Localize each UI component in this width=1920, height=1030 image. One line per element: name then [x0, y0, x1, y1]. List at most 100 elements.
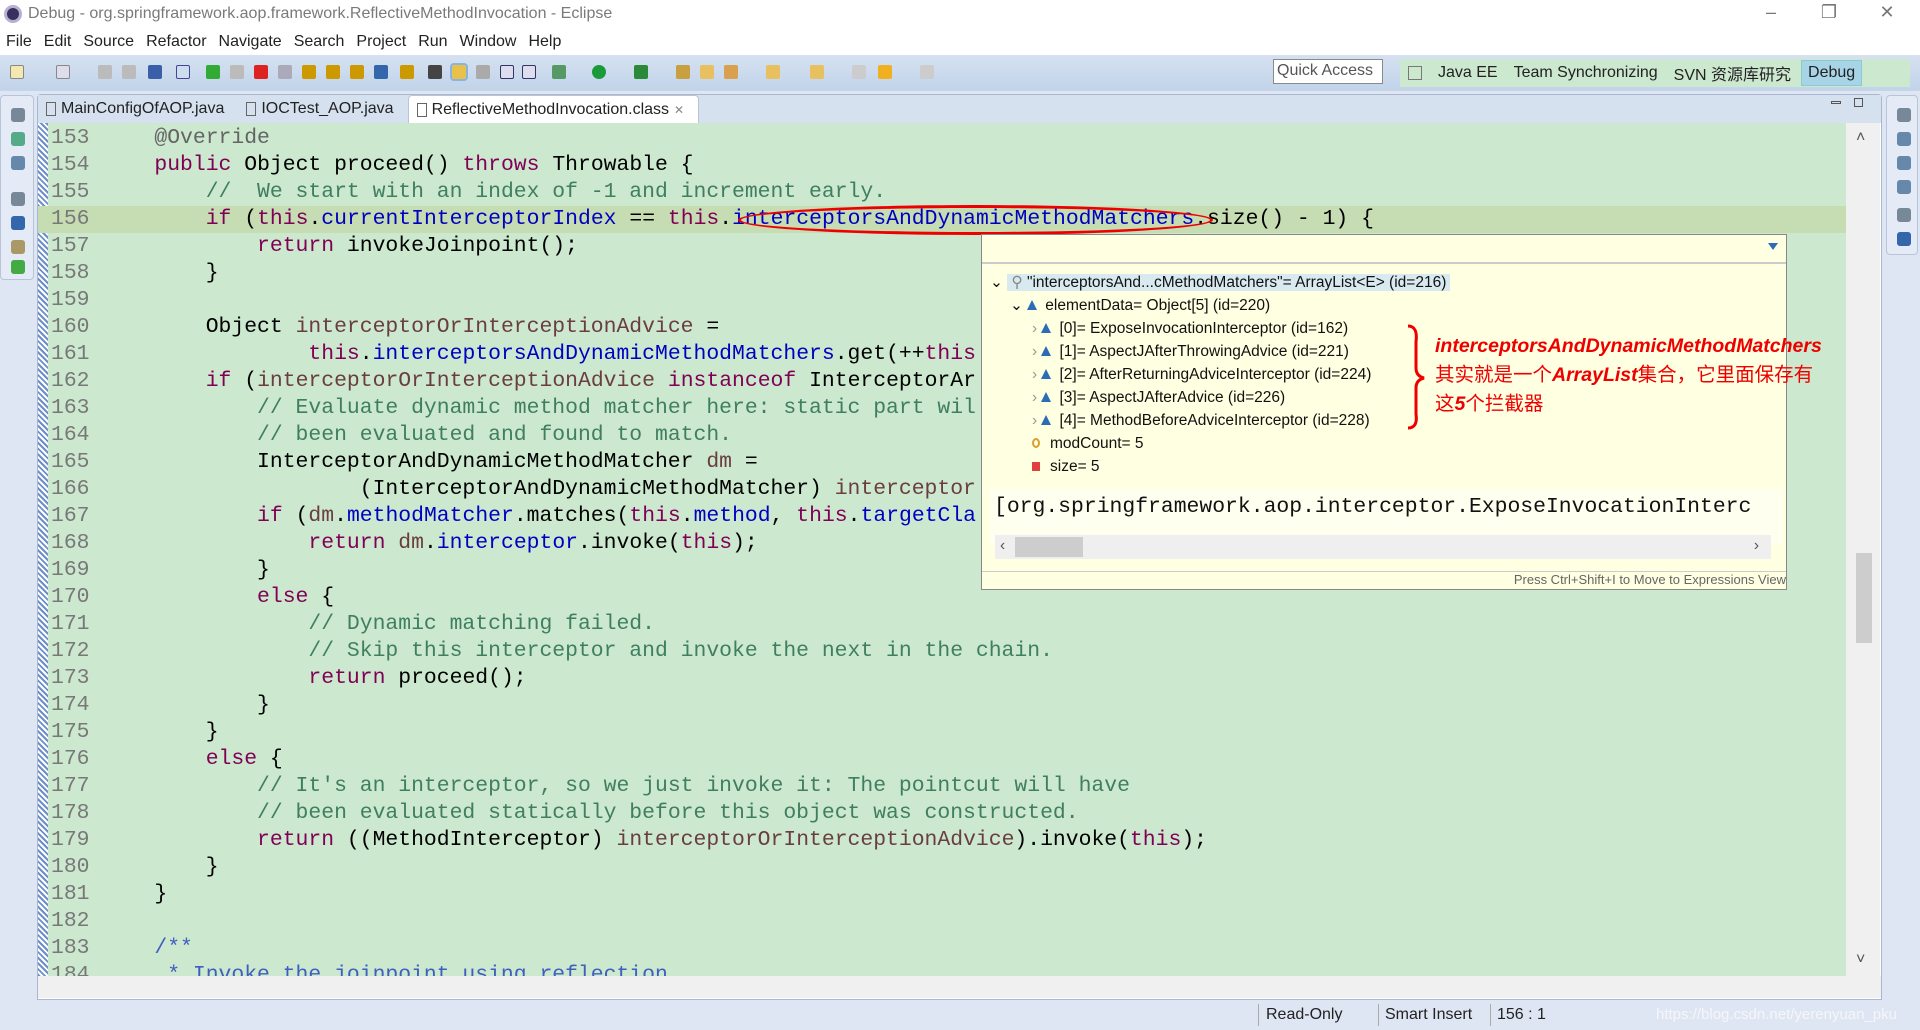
scrollbar-thumb[interactable] — [1856, 553, 1872, 643]
vertical-scrollbar[interactable]: ˄ ˅ — [1846, 123, 1880, 976]
use-step-filters-icon[interactable] — [400, 65, 414, 79]
menu-project[interactable]: Project — [350, 33, 412, 51]
tree-item[interactable]: › [1]= AspectJAfterThrowingAdvice (id=22… — [1032, 341, 1349, 363]
code-line[interactable]: 179 return ((MethodInterceptor) intercep… — [38, 827, 1846, 854]
tree-size[interactable]: size= 5 — [1032, 456, 1100, 478]
restore-icon[interactable] — [11, 108, 25, 122]
grid-icon[interactable] — [11, 260, 25, 274]
forward-icon[interactable] — [920, 65, 934, 79]
close-button[interactable]: ✕ — [1864, 2, 1910, 26]
new-java-project-icon[interactable] — [676, 65, 690, 79]
tree-item[interactable]: › [0]= ExposeInvocationInterceptor (id=1… — [1032, 318, 1348, 340]
menu-file[interactable]: File — [0, 33, 38, 51]
back-icon[interactable] — [852, 65, 866, 79]
code-line[interactable]: 155 // We start with an index of -1 and … — [38, 179, 1846, 206]
tree-item[interactable]: › [3]= AspectJAfterAdvice (id=226) — [1032, 387, 1285, 409]
view-menu-icon[interactable] — [1768, 243, 1778, 250]
code-line[interactable]: 181 } — [38, 881, 1846, 908]
new-icon[interactable] — [10, 65, 24, 79]
backward-icon[interactable] — [878, 65, 892, 79]
minimize-view-icon[interactable] — [1831, 101, 1841, 104]
step-into-icon[interactable] — [302, 65, 316, 79]
minimize-button[interactable]: – — [1748, 2, 1794, 26]
code-line[interactable]: 180 } — [38, 854, 1846, 881]
step-over-icon[interactable] — [326, 65, 340, 79]
console-icon[interactable] — [148, 65, 162, 79]
mark-occurrences-icon[interactable] — [450, 63, 468, 81]
maximize-view-icon[interactable] — [1854, 98, 1863, 107]
code-line[interactable]: 178 // been evaluated statically before … — [38, 800, 1846, 827]
collapse-chevron-icon[interactable]: ⌄ — [1010, 297, 1027, 314]
console-view-icon[interactable] — [11, 216, 25, 230]
drop-to-frame-icon[interactable] — [374, 65, 388, 79]
expressions-icon[interactable] — [1897, 180, 1911, 194]
next-annotation-icon[interactable] — [766, 65, 780, 79]
code-line[interactable]: 153 @Override — [38, 125, 1846, 152]
expand-chevron-icon[interactable]: › — [1032, 320, 1041, 337]
run-external-tools-icon[interactable] — [634, 65, 648, 79]
perspective-team-sync[interactable]: Team Synchronizing — [1514, 64, 1658, 82]
disconnect-icon[interactable] — [278, 65, 292, 79]
tab-mainconfigofaop[interactable]: MainConfigOfAOP.java — [38, 95, 238, 123]
open-folder-icon[interactable] — [700, 65, 714, 79]
tree-item[interactable]: › [4]= MethodBeforeAdviceInterceptor (id… — [1032, 410, 1370, 432]
menu-edit[interactable]: Edit — [38, 33, 78, 51]
run-icon[interactable] — [592, 65, 606, 79]
detail-horizontal-scrollbar[interactable]: ‹ › — [995, 535, 1771, 559]
open-type-icon[interactable] — [428, 65, 442, 79]
restore-icon[interactable] — [1897, 108, 1911, 122]
terminate-icon[interactable] — [254, 65, 268, 79]
menu-navigate[interactable]: Navigate — [213, 33, 288, 51]
pilcrow-icon[interactable] — [522, 65, 536, 79]
tree-modcount[interactable]: modCount= 5 — [1032, 433, 1144, 455]
tree-root[interactable]: ⌄ ⚲ "interceptorsAnd...cMethodMatchers"=… — [990, 272, 1451, 294]
debug-view-icon[interactable] — [11, 132, 25, 146]
code-line[interactable]: 176 else { — [38, 746, 1846, 773]
suspend-icon[interactable] — [230, 65, 244, 79]
expand-chevron-icon[interactable]: › — [1032, 389, 1041, 406]
pen-icon[interactable] — [724, 65, 738, 79]
restore-icon[interactable] — [1897, 208, 1911, 222]
save-all-icon[interactable] — [122, 65, 136, 79]
code-line[interactable]: 183 /** — [38, 935, 1846, 962]
skip-breakpoints-icon[interactable] — [176, 65, 190, 79]
restore-button[interactable]: ❐ — [1806, 2, 1852, 26]
menu-help[interactable]: Help — [522, 33, 567, 51]
restore-icon[interactable] — [11, 192, 25, 206]
menu-source[interactable]: Source — [77, 33, 140, 51]
servers-icon[interactable] — [11, 156, 25, 170]
save-icon[interactable] — [98, 65, 112, 79]
tab-ioctest-aop[interactable]: IOCTest_AOP.java — [238, 95, 407, 123]
tasks-icon[interactable] — [11, 240, 25, 254]
menu-run[interactable]: Run — [412, 33, 453, 51]
horizontal-scrollbar[interactable] — [38, 976, 1881, 998]
block-selection-icon[interactable] — [476, 65, 490, 79]
perspective-debug[interactable]: Debug — [1801, 60, 1863, 86]
breakpoints-icon[interactable] — [1897, 156, 1911, 170]
scrollbar-thumb[interactable] — [1015, 537, 1083, 557]
step-return-icon[interactable] — [350, 65, 364, 79]
perspective-svn[interactable]: SVN 资源库研究 — [1674, 61, 1791, 85]
menu-refactor[interactable]: Refactor — [140, 33, 212, 51]
scroll-down-icon[interactable]: ˅ — [1856, 951, 1865, 969]
expand-chevron-icon[interactable]: › — [1032, 343, 1041, 360]
menu-search[interactable]: Search — [288, 33, 351, 51]
code-line[interactable]: 182 — [38, 908, 1846, 935]
collapse-chevron-icon[interactable]: ⌄ — [990, 274, 1003, 291]
expand-chevron-icon[interactable]: › — [1032, 412, 1041, 429]
code-line[interactable]: 154 public Object proceed() throws Throw… — [38, 152, 1846, 179]
scroll-right-icon[interactable]: › — [1754, 537, 1759, 555]
resume-icon[interactable] — [206, 65, 220, 79]
perspective-java-ee[interactable]: Java EE — [1438, 64, 1498, 82]
close-tab-icon[interactable]: ✕ — [674, 103, 684, 123]
previous-annotation-icon[interactable] — [810, 65, 824, 79]
code-line[interactable]: 173 return proceed(); — [38, 665, 1846, 692]
tree-item[interactable]: › [2]= AfterReturningAdviceInterceptor (… — [1032, 364, 1371, 386]
code-line[interactable]: 175 } — [38, 719, 1846, 746]
variables-icon[interactable] — [1897, 132, 1911, 146]
outline-icon[interactable] — [1897, 232, 1911, 246]
scroll-up-icon[interactable]: ˄ — [1856, 129, 1865, 147]
code-line[interactable]: 172 // Skip this interceptor and invoke … — [38, 638, 1846, 665]
expand-chevron-icon[interactable]: › — [1032, 366, 1041, 383]
tree-element-data[interactable]: ⌄ elementData= Object[5] (id=220) — [1010, 295, 1270, 317]
